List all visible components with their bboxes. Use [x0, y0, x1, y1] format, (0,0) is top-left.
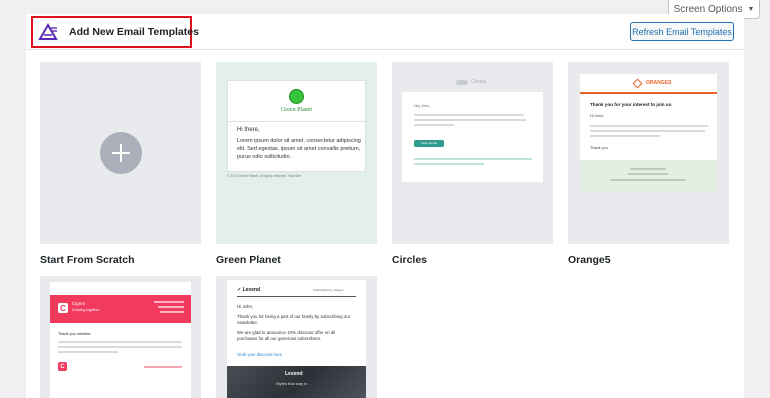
- panel-header: Add New Email Templates Refresh Email Te…: [26, 14, 744, 50]
- text-line: [160, 311, 184, 313]
- cignet-brand: Cignet: [72, 301, 86, 306]
- cignet-preview: C Cignet Growing together Thank you memb…: [40, 276, 201, 398]
- circles-brand: Circles: [471, 79, 487, 85]
- plugin-logo-icon: [38, 21, 58, 43]
- green-planet-body: Lorem ipsum dolor sit amet, consectetur …: [237, 138, 361, 160]
- email-templates-panel: Add New Email Templates Refresh Email Te…: [26, 14, 744, 398]
- text-line: [58, 351, 118, 353]
- verify-email-label: Verify Email: [421, 141, 437, 145]
- planet-logo-icon: [289, 89, 304, 104]
- text-line: [158, 306, 184, 308]
- orange5-title: Thank you for your interest to join us.: [590, 102, 673, 107]
- template-card-green-planet[interactable]: Green Planet Hi there, Lorem ipsum dolor…: [216, 62, 377, 244]
- circles-greeting: Hey John,: [414, 104, 430, 108]
- text-line: [154, 301, 184, 303]
- text-line: [610, 179, 686, 181]
- lexend-paragraph-2: We are glad to announce 10% discount off…: [237, 330, 336, 341]
- circles-logo-icon: [456, 80, 468, 85]
- lexend-banner-sub: Styles that stay in: [276, 381, 308, 386]
- text-line: [590, 135, 660, 137]
- text-line: [144, 366, 182, 368]
- orange5-greeting: Hi John,: [590, 114, 604, 118]
- orange-bar: [580, 92, 717, 94]
- plus-icon[interactable]: [100, 132, 142, 174]
- caret-down-icon: ▼: [747, 5, 755, 13]
- template-card-circles[interactable]: Circles Hey John, Verify Email: [392, 62, 553, 244]
- orange5-brand: ORANGES: [646, 80, 672, 86]
- refresh-templates-button[interactable]: Refresh Email Templates: [630, 22, 734, 41]
- lexend-paragraph-1: Thank you for being a part of our family…: [237, 314, 351, 325]
- orange5-email: ORANGES Thank you for your interest to j…: [580, 74, 717, 192]
- text-line: [630, 168, 666, 170]
- green-planet-greeting: Hi there,: [237, 127, 260, 133]
- divider: [237, 296, 356, 297]
- cignet-email: C Cignet Growing together Thank you memb…: [50, 282, 191, 398]
- circles-preview: Circles Hey John, Verify Email: [392, 62, 553, 244]
- lexend-email: ✓ Lexend 1020 Mulberry, Oregon Hi John, …: [227, 280, 366, 398]
- lexend-brand-text: Lexend: [242, 287, 261, 293]
- cignet-title: Thank you member: [58, 332, 91, 336]
- lexend-discount-link: Grab your discount here: [237, 352, 282, 357]
- template-card-lexend[interactable]: ✓ Lexend 1020 Mulberry, Oregon Hi John, …: [216, 276, 377, 398]
- divider: [228, 121, 365, 122]
- screen-options-label: Screen Options: [673, 3, 743, 15]
- text-line: [414, 119, 526, 121]
- page-title: Add New Email Templates: [69, 26, 199, 38]
- green-planet-email: Green Planet Hi there, Lorem ipsum dolor…: [227, 80, 366, 172]
- cignet-logo-icon: C: [58, 303, 68, 313]
- text-line: [414, 114, 524, 116]
- orange5-signoff: Thank you: [590, 146, 608, 150]
- template-label-circles[interactable]: Circles: [392, 254, 427, 266]
- cignet-header: C Cignet Growing together: [50, 295, 191, 323]
- circles-email: Hey John, Verify Email: [402, 92, 543, 182]
- text-line: [414, 158, 532, 160]
- template-label-orange5[interactable]: Orange5: [568, 254, 611, 266]
- title-highlight: Add New Email Templates: [31, 16, 199, 48]
- cignet-footer-logo-icon: C: [58, 362, 67, 371]
- orange5-preview: ORANGES Thank you for your interest to j…: [568, 62, 729, 244]
- green-planet-brand: Green Planet: [280, 107, 313, 113]
- orange-logo-icon: [632, 78, 643, 89]
- green-planet-preview: Green Planet Hi there, Lorem ipsum dolor…: [216, 62, 377, 244]
- text-line: [58, 346, 182, 348]
- template-label-green-planet[interactable]: Green Planet: [216, 254, 281, 266]
- lexend-brand: ✓ Lexend: [237, 287, 261, 293]
- text-line: [590, 125, 708, 127]
- lexend-banner-brand: Lexend: [285, 371, 303, 377]
- green-planet-footer: © 2020 Green Planet. All rights reserved…: [227, 174, 301, 178]
- lexend-preview: ✓ Lexend 1020 Mulberry, Oregon Hi John, …: [216, 276, 377, 398]
- cignet-tagline: Growing together: [72, 308, 100, 312]
- orange5-footer: [580, 160, 717, 192]
- text-line: [58, 341, 182, 343]
- template-card-orange5[interactable]: ORANGES Thank you for your interest to j…: [568, 62, 729, 244]
- text-line: [628, 173, 668, 175]
- verify-email-button-preview: Verify Email: [414, 140, 444, 147]
- text-line: [414, 163, 484, 165]
- template-card-cignet[interactable]: C Cignet Growing together Thank you memb…: [40, 276, 201, 398]
- lexend-greeting: Hi John,: [237, 304, 254, 309]
- template-label-start-from-scratch[interactable]: Start From Scratch: [40, 254, 135, 266]
- lexend-address: 1020 Mulberry, Oregon: [313, 288, 344, 292]
- lexend-banner-image: Lexend Styles that stay in: [227, 366, 366, 398]
- template-card-start-from-scratch[interactable]: [40, 62, 201, 244]
- text-line: [414, 124, 454, 126]
- text-line: [590, 130, 705, 132]
